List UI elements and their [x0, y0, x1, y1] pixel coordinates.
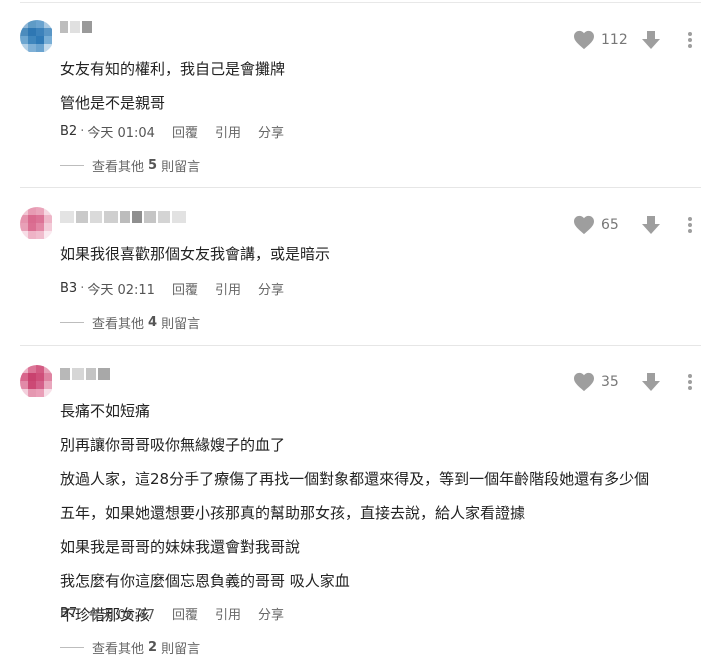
comment-line: 放過人家，這28分手了療傷了再找一個對象都還來得及，等到一個年齡階段她還有多少個 — [60, 470, 650, 488]
share-button[interactable]: 分享 — [258, 279, 284, 298]
comment-line: 長痛不如短痛 — [60, 402, 151, 420]
replies-prefix: 查看其他 — [92, 160, 145, 175]
username-redacted[interactable] — [60, 210, 186, 224]
arrow-down-icon[interactable] — [641, 30, 661, 50]
timestamp: 今天 02:11 — [87, 283, 155, 298]
comment-thread: 112 女友有知的權利，我自己是會攤牌 管他是不是親哥 B2 · 今天 01:0… — [0, 0, 717, 667]
replies-prefix: 查看其他 — [92, 642, 145, 657]
arrow-down-icon[interactable] — [641, 372, 661, 392]
quote-button[interactable]: 引用 — [215, 279, 241, 298]
comment-meta: B2 · 今天 01:04 回覆 引用 分享 — [60, 122, 284, 141]
comment-divider — [20, 187, 701, 188]
reply-dash — [60, 647, 84, 648]
comment-line: 女友有知的權利，我自己是會攤牌 — [60, 60, 286, 78]
comment-divider — [20, 345, 701, 346]
meta-separator: · — [80, 281, 85, 296]
arrow-down-icon[interactable] — [641, 215, 661, 235]
floor-number: B2 — [60, 124, 78, 139]
comment-meta: B7 · 今天 06:47 回覆 引用 分享 — [60, 604, 284, 623]
view-more-replies-link[interactable]: 查看其他 2 則留言 — [60, 638, 200, 657]
heart-icon[interactable] — [573, 372, 595, 392]
share-button[interactable]: 分享 — [258, 604, 284, 623]
reply-button[interactable]: 回覆 — [172, 279, 198, 298]
meta-separator: · — [80, 606, 85, 621]
more-vertical-icon[interactable] — [687, 373, 693, 391]
comment-meta: B3 · 今天 02:11 回覆 引用 分享 — [60, 279, 284, 298]
avatar[interactable] — [20, 207, 54, 241]
floor-number: B3 — [60, 281, 78, 296]
reply-button[interactable]: 回覆 — [172, 604, 198, 623]
comment-actions: 65 — [573, 215, 693, 235]
view-more-replies-link[interactable]: 查看其他 5 則留言 — [60, 156, 200, 175]
view-more-replies-link[interactable]: 查看其他 4 則留言 — [60, 313, 200, 332]
comment-line: 如果我很喜歡那個女友我會講，或是暗示 — [60, 245, 331, 263]
replies-count: 4 — [148, 315, 158, 330]
comment-line: 管他是不是親哥 — [60, 94, 166, 112]
comment-body: 如果我很喜歡那個女友我會講，或是暗示 — [60, 242, 330, 276]
quote-button[interactable]: 引用 — [215, 604, 241, 623]
comment-line: 我怎麼有你這麼個忘恩負義的哥哥 吸人家血 — [60, 572, 350, 590]
avatar[interactable] — [20, 365, 54, 399]
comment-line: 五年，如果她還想要小孩那真的幫助那女孩，直接去說，給人家看證據 — [60, 504, 526, 522]
comment-actions: 35 — [573, 372, 693, 392]
replies-count: 5 — [148, 158, 158, 173]
timestamp: 今天 06:47 — [87, 608, 155, 623]
top-divider — [20, 2, 701, 3]
replies-suffix: 則留言 — [161, 160, 201, 175]
comment-body: 女友有知的權利，我自己是會攤牌 管他是不是親哥 — [60, 57, 285, 125]
comment-body: 長痛不如短痛 別再讓你哥哥吸你無緣嫂子的血了 放過人家，這28分手了療傷了再找一… — [60, 399, 649, 637]
comment-line: 別再讓你哥哥吸你無緣嫂子的血了 — [60, 436, 286, 454]
comment-line: 如果我是哥哥的妹妹我還會對我哥說 — [60, 538, 301, 556]
more-vertical-icon[interactable] — [687, 216, 693, 234]
username-redacted[interactable] — [60, 367, 110, 381]
floor-number: B7 — [60, 606, 78, 621]
like-count: 65 — [601, 217, 619, 233]
reply-dash — [60, 322, 84, 323]
reply-button[interactable]: 回覆 — [172, 122, 198, 141]
replies-suffix: 則留言 — [161, 642, 201, 657]
heart-icon[interactable] — [573, 30, 595, 50]
replies-suffix: 則留言 — [161, 317, 201, 332]
more-vertical-icon[interactable] — [687, 31, 693, 49]
quote-button[interactable]: 引用 — [215, 122, 241, 141]
avatar[interactable] — [20, 20, 54, 54]
meta-separator: · — [80, 124, 85, 139]
timestamp: 今天 01:04 — [87, 126, 155, 141]
reply-dash — [60, 165, 84, 166]
like-count: 35 — [601, 374, 619, 390]
replies-count: 2 — [148, 640, 158, 655]
heart-icon[interactable] — [573, 215, 595, 235]
username-redacted[interactable] — [60, 20, 92, 34]
comment-actions: 112 — [573, 30, 693, 50]
like-count: 112 — [601, 32, 628, 48]
replies-prefix: 查看其他 — [92, 317, 145, 332]
share-button[interactable]: 分享 — [258, 122, 284, 141]
